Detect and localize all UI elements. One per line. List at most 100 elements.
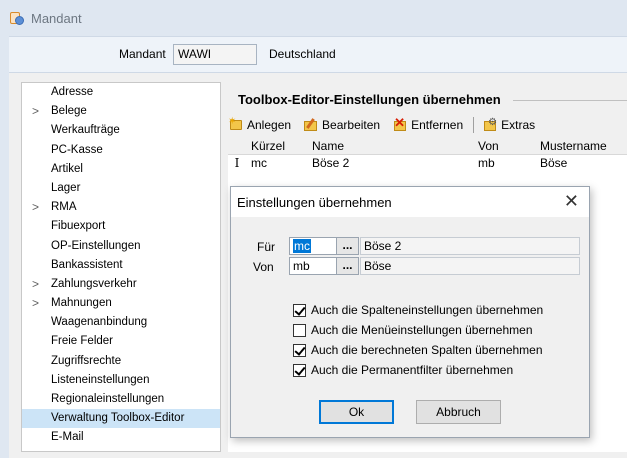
transfer-settings-dialog: Einstellungen übernehmen ✕ Für mc ... Bö… bbox=[230, 186, 590, 438]
ok-button[interactable]: Ok bbox=[319, 400, 394, 424]
fuer-code-input[interactable]: mc bbox=[289, 237, 337, 255]
extras-folder-icon: ⚙ bbox=[482, 117, 498, 132]
von-label: Von bbox=[253, 260, 274, 274]
nav-item-label: Fibuexport bbox=[51, 220, 106, 233]
window-title: Mandant bbox=[31, 10, 82, 26]
cell-mustername[interactable]: Böse bbox=[540, 155, 567, 172]
dialog-body: Für mc ... Böse 2 Von mb ... Böse Auch d… bbox=[231, 217, 589, 438]
table-row[interactable]: I mc Böse 2 mb Böse bbox=[228, 155, 627, 172]
mandant-field[interactable]: WAWI bbox=[173, 44, 257, 65]
nav-item-regionaleinstellungen[interactable]: Regionaleinstellungen bbox=[22, 390, 220, 409]
cell-kuerzel[interactable]: mc bbox=[251, 155, 267, 172]
cell-name[interactable]: Böse 2 bbox=[312, 155, 349, 172]
nav-item-label: OP-Einstellungen bbox=[51, 239, 141, 252]
nav-item-op-einstellungen[interactable]: OP-Einstellungen bbox=[22, 237, 220, 256]
mandant-bar: Mandant WAWI Deutschland bbox=[9, 36, 627, 72]
column-header-von[interactable]: Von bbox=[478, 138, 499, 155]
cell-von[interactable]: mb bbox=[478, 155, 495, 172]
nav-item-zugriffsrechte[interactable]: Zugriffsrechte bbox=[22, 352, 220, 371]
fuer-code-value: mc bbox=[293, 239, 311, 253]
section-divider bbox=[513, 100, 627, 101]
nav-item-label: Mahnungen bbox=[51, 297, 112, 310]
delete-button[interactable]: ✕ Entfernen bbox=[392, 115, 464, 132]
nav-item-artikel[interactable]: Artikel bbox=[22, 160, 220, 179]
nav-item-lager[interactable]: Lager bbox=[22, 179, 220, 198]
checkbox-unchecked[interactable] bbox=[293, 323, 306, 337]
checkbox-calculated-columns[interactable]: Auch die berechneten Spalten übernehmen bbox=[293, 343, 543, 357]
nav-item-listeneinstellungen[interactable]: Listeneinstellungen bbox=[22, 371, 220, 390]
column-header-mustername[interactable]: Mustername bbox=[540, 138, 607, 155]
new-folder-icon: ✶ bbox=[228, 116, 244, 132]
nav-item-label: Artikel bbox=[51, 162, 83, 175]
dialog-title: Einstellungen übernehmen bbox=[237, 195, 392, 210]
nav-item-label: Werkaufträge bbox=[51, 124, 120, 137]
nav-item-label: Regionaleinstellungen bbox=[51, 393, 165, 405]
von-lookup-button[interactable]: ... bbox=[336, 257, 359, 275]
nav-item-label: Belege bbox=[51, 105, 87, 118]
edit-folder-icon bbox=[303, 118, 319, 132]
nav-item-freie-felder[interactable]: Freie Felder bbox=[22, 332, 220, 351]
edit-button[interactable]: Bearbeiten bbox=[303, 118, 380, 132]
checkbox-label: Auch die berechneten Spalten übernehmen bbox=[311, 343, 543, 357]
checkbox-label: Auch die Permanentfilter übernehmen bbox=[311, 363, 514, 377]
cancel-button[interactable]: Abbruch bbox=[416, 400, 501, 424]
nav-item-belege[interactable]: > Belege bbox=[22, 102, 220, 121]
checkbox-checked[interactable] bbox=[293, 363, 306, 377]
chevron-right-icon[interactable]: > bbox=[32, 102, 39, 121]
nav-item-pc-kasse[interactable]: PC-Kasse bbox=[22, 141, 220, 160]
settings-grid: Kürzel Name Von Mustername I mc Böse 2 m… bbox=[228, 138, 627, 172]
dialog-titlebar: Einstellungen übernehmen ✕ bbox=[231, 187, 589, 217]
chevron-right-icon[interactable]: > bbox=[32, 198, 39, 217]
nav-item-label: Adresse bbox=[51, 86, 94, 98]
column-header-name[interactable]: Name bbox=[312, 138, 344, 155]
close-icon[interactable]: ✕ bbox=[564, 191, 579, 212]
nav-item-zahlungsverkehr[interactable]: > Zahlungsverkehr bbox=[22, 275, 220, 294]
nav-item-label: Freie Felder bbox=[51, 335, 113, 348]
chevron-right-icon[interactable]: > bbox=[32, 275, 39, 294]
edit-button-label: Bearbeiten bbox=[322, 118, 381, 132]
nav-item-label: Listeneinstellungen bbox=[51, 373, 150, 386]
mandant-label: Mandant bbox=[119, 47, 166, 61]
section-title: Toolbox-Editor-Einstellungen übernehmen bbox=[238, 92, 501, 107]
von-name-field: Böse bbox=[360, 257, 580, 275]
toolbar-separator bbox=[473, 117, 475, 133]
checkbox-menu-settings[interactable]: Auch die Menüeinstellungen übernehmen bbox=[293, 323, 533, 337]
checkbox-checked[interactable] bbox=[293, 303, 306, 317]
fuer-name-field: Böse 2 bbox=[360, 237, 580, 255]
nav-item-label: E-Mail bbox=[51, 431, 84, 444]
nav-item-e-mail[interactable]: E-Mail bbox=[22, 428, 220, 447]
von-code-input[interactable]: mb bbox=[289, 257, 337, 275]
new-button-label: Anlegen bbox=[247, 118, 292, 132]
checkbox-checked[interactable] bbox=[293, 343, 306, 357]
delete-folder-icon: ✕ bbox=[394, 115, 407, 131]
mandant-app-icon bbox=[9, 10, 25, 26]
chevron-right-icon[interactable]: > bbox=[32, 294, 39, 313]
column-header-kuerzel[interactable]: Kürzel bbox=[251, 138, 285, 155]
checkbox-column-settings[interactable]: Auch die Spalteneinstellungen übernehmen bbox=[293, 303, 543, 317]
settings-navigation: Adresse > Belege Werkaufträge PC-Kasse Ar… bbox=[21, 82, 221, 452]
nav-item-label: Bankassistent bbox=[51, 258, 123, 271]
grid-header: Kürzel Name Von Mustername bbox=[228, 138, 627, 155]
fuer-lookup-button[interactable]: ... bbox=[336, 237, 359, 255]
row-indicator-icon: I bbox=[234, 156, 240, 170]
nav-item-label: Verwaltung Toolbox-Editor bbox=[51, 412, 185, 425]
nav-item-label: Waagenanbindung bbox=[51, 316, 148, 329]
nav-item-rma[interactable]: > RMA bbox=[22, 198, 220, 217]
nav-item-werkauftraege[interactable]: Werkaufträge bbox=[22, 121, 220, 140]
nav-item-label: PC-Kasse bbox=[51, 143, 103, 156]
nav-item-bankassistent[interactable]: Bankassistent bbox=[22, 256, 220, 275]
checkbox-label: Auch die Spalteneinstellungen übernehmen bbox=[311, 303, 544, 317]
new-button[interactable]: ✶ Anlegen bbox=[228, 116, 292, 132]
nav-item-label: RMA bbox=[51, 201, 77, 214]
nav-item-verwaltung-toolbox-editor[interactable]: Verwaltung Toolbox-Editor bbox=[22, 409, 220, 429]
extras-button[interactable]: ⚙ Extras bbox=[482, 117, 536, 132]
delete-button-label: Entfernen bbox=[411, 118, 464, 132]
nav-item-mahnungen[interactable]: > Mahnungen bbox=[22, 294, 220, 313]
nav-item-fibuexport[interactable]: Fibuexport bbox=[22, 217, 220, 236]
checkbox-permanent-filter[interactable]: Auch die Permanentfilter übernehmen bbox=[293, 363, 513, 377]
nav-item-waagenanbindung[interactable]: Waagenanbindung bbox=[22, 313, 220, 332]
nav-item-adresse[interactable]: Adresse bbox=[22, 83, 220, 102]
nav-item-label: Zahlungsverkehr bbox=[51, 277, 137, 290]
mandant-country: Deutschland bbox=[269, 47, 336, 61]
extras-button-label: Extras bbox=[501, 118, 536, 132]
